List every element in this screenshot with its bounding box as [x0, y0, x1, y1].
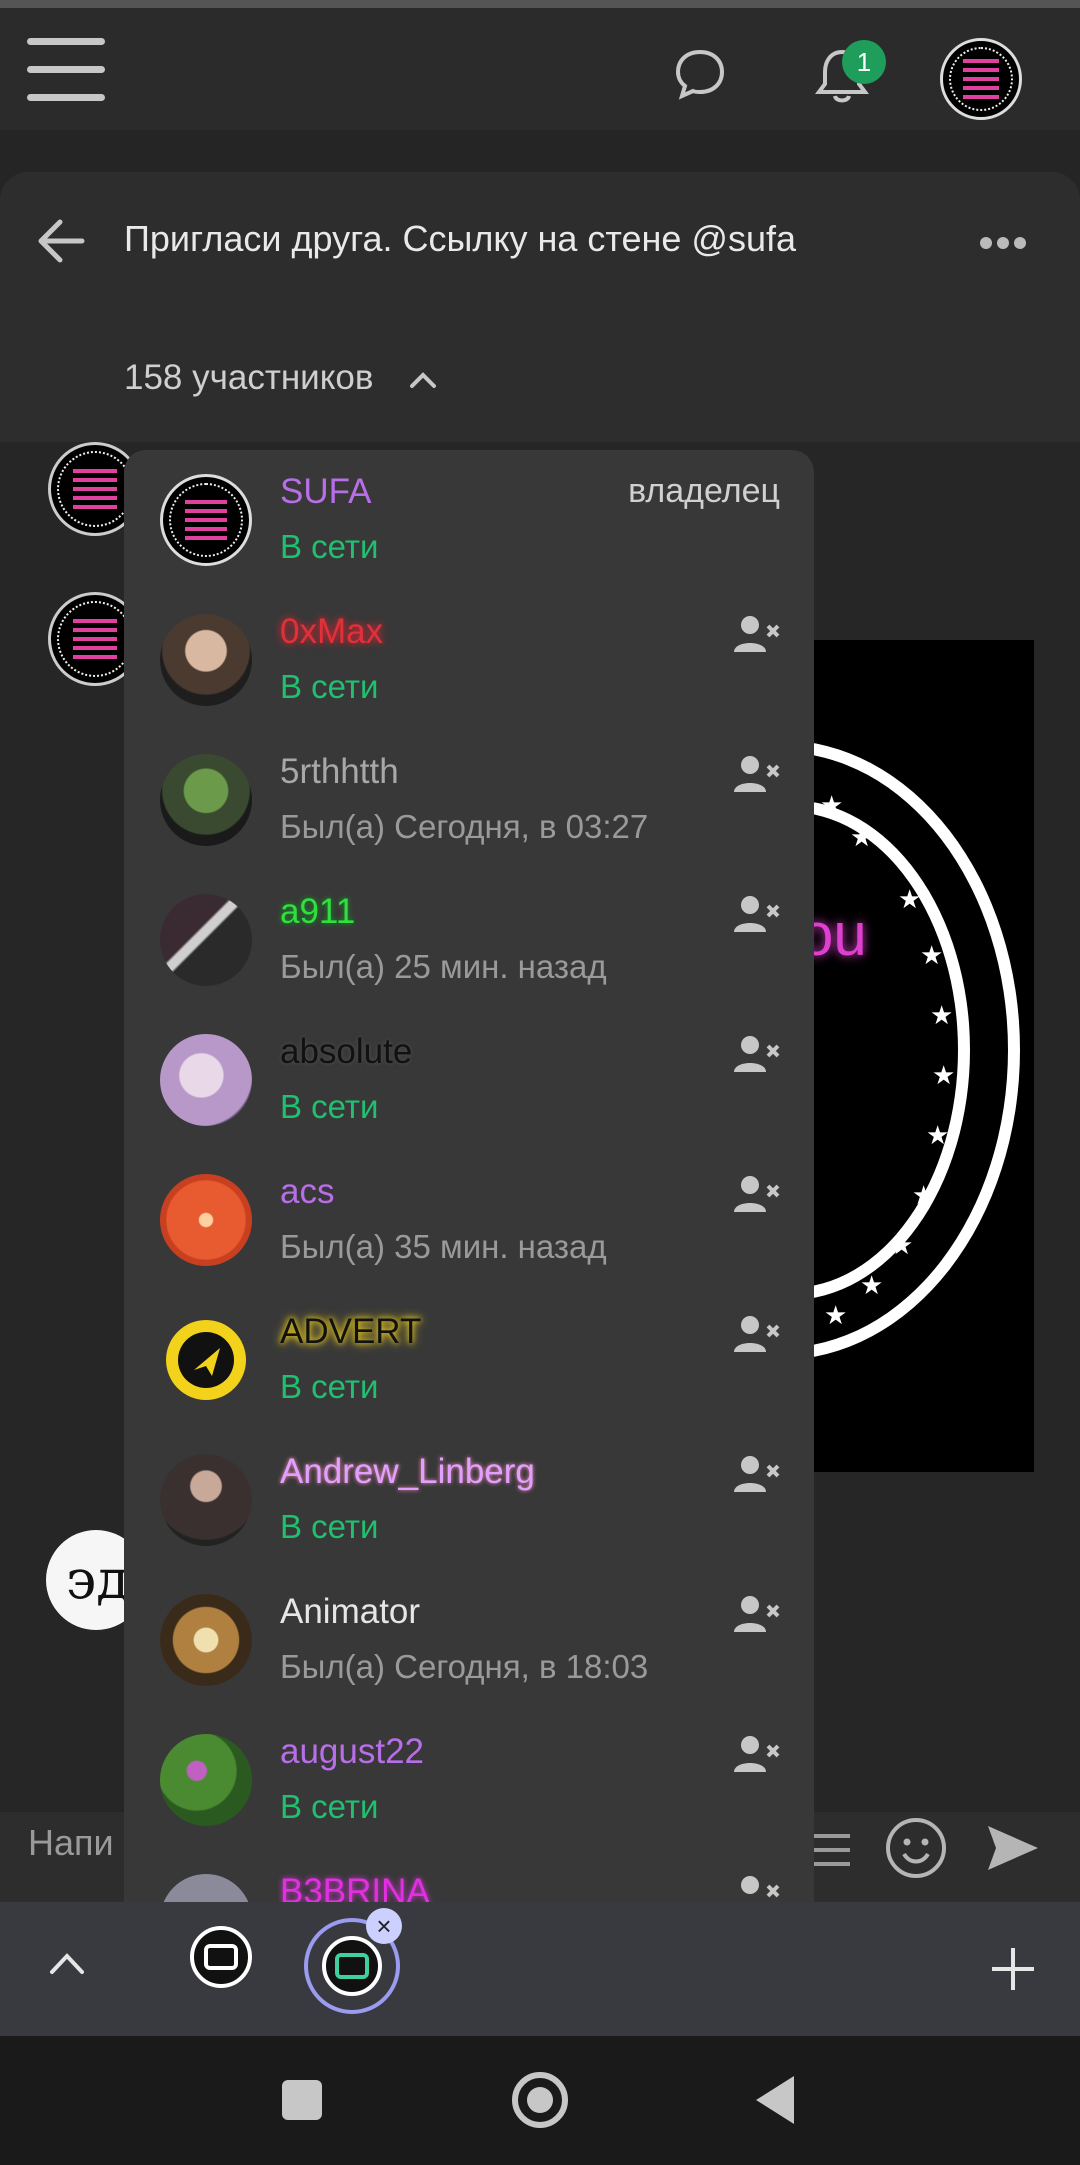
member-status: В сети [280, 1368, 379, 1405]
remove-member-icon[interactable] [732, 1594, 780, 1634]
member-avatar [160, 474, 252, 566]
system-nav-bar [0, 2036, 1080, 2165]
chat-bubble-icon[interactable] [672, 46, 728, 102]
member-row[interactable]: Animator Был(а) Сегодня, в 18:03 [124, 1570, 814, 1710]
member-status: Был(а) Сегодня, в 18:03 [280, 1648, 649, 1685]
message-image[interactable]: ★ ★ ★ ★ ★ ★ ★ ★ ★ ★ ★ ou [780, 640, 1034, 1472]
member-status: В сети [280, 668, 379, 705]
remove-member-icon[interactable] [732, 1034, 780, 1074]
member-avatar [160, 1594, 252, 1686]
member-status: В сети [280, 528, 379, 565]
members-dropdown[interactable]: SUFA В сети владелец 0xMax В сети 5rthht… [124, 450, 814, 1902]
remove-member-icon[interactable] [732, 614, 780, 654]
remove-member-icon[interactable] [732, 1454, 780, 1494]
menu-icon[interactable] [27, 38, 105, 108]
member-status: Был(а) Сегодня, в 03:27 [280, 808, 649, 845]
bottom-tab-bar: × [0, 1902, 1080, 2036]
app-tab-icon[interactable] [190, 1926, 252, 1988]
member-name: 0xMax [280, 612, 384, 651]
member-name: a911 [280, 892, 356, 931]
member-avatar [160, 1174, 252, 1266]
send-icon[interactable] [982, 1818, 1042, 1878]
member-avatar [160, 1454, 252, 1546]
top-app-bar: 1 [0, 0, 1080, 130]
member-name: B3BRINA [280, 1872, 430, 1902]
member-row[interactable]: 5rthhtth Был(а) Сегодня, в 03:27 [124, 730, 814, 870]
member-avatar [160, 1734, 252, 1826]
member-row[interactable]: B3BRINA [124, 1850, 814, 1902]
member-avatar [160, 614, 252, 706]
back-icon[interactable] [756, 2076, 794, 2124]
member-name: Animator [280, 1592, 421, 1631]
member-avatar [160, 894, 252, 986]
member-name: ADVERT [280, 1312, 422, 1351]
member-avatar [160, 1314, 252, 1406]
member-status: Был(а) 25 мин. назад [280, 948, 607, 985]
member-row[interactable]: absolute В сети [124, 1010, 814, 1150]
user-avatar[interactable] [940, 38, 1022, 120]
chevron-up-icon[interactable] [48, 1948, 86, 1978]
remove-member-icon[interactable] [732, 1734, 780, 1774]
member-name: Andrew_Linberg [280, 1452, 535, 1491]
format-icon[interactable] [812, 1832, 852, 1868]
chevron-up-icon[interactable] [408, 368, 438, 392]
member-status: В сети [280, 1088, 379, 1125]
home-icon[interactable] [512, 2072, 568, 2128]
recents-icon[interactable] [282, 2080, 322, 2120]
member-avatar [160, 754, 252, 846]
member-status: В сети [280, 1508, 379, 1545]
close-tab-icon[interactable]: × [366, 1908, 402, 1944]
member-name: acs [280, 1172, 335, 1211]
remove-member-icon[interactable] [732, 894, 780, 934]
back-arrow-icon[interactable] [36, 218, 86, 264]
remove-member-icon[interactable] [732, 1174, 780, 1214]
member-row[interactable]: a911 Был(а) 25 мин. назад [124, 870, 814, 1010]
member-name: absolute [280, 1032, 413, 1071]
member-avatar [160, 1034, 252, 1126]
emoji-icon[interactable] [884, 1816, 948, 1880]
member-status: В сети [280, 1788, 379, 1825]
member-row[interactable]: 0xMax В сети [124, 590, 814, 730]
remove-member-icon[interactable] [732, 1314, 780, 1354]
member-role: владелец [628, 472, 780, 510]
member-avatar [160, 1874, 252, 1902]
message-input[interactable]: Напи [28, 1822, 114, 1864]
more-options-icon[interactable] [980, 236, 1034, 252]
member-name: 5rthhtth [280, 752, 399, 791]
member-row[interactable]: SUFA В сети владелец [124, 450, 814, 590]
member-row[interactable]: august22 В сети [124, 1710, 814, 1850]
member-name: august22 [280, 1732, 425, 1771]
members-count-toggle[interactable]: 158 участников [124, 358, 374, 398]
member-name: SUFA [280, 472, 372, 511]
member-row[interactable]: acs Был(а) 35 мин. назад [124, 1150, 814, 1290]
notification-badge: 1 [842, 40, 886, 84]
member-row[interactable]: Andrew_Linberg В сети [124, 1430, 814, 1570]
member-status: Был(а) 35 мин. назад [280, 1228, 607, 1265]
app-tab-icon [322, 1936, 382, 1996]
plus-icon[interactable] [990, 1946, 1036, 1992]
remove-member-icon[interactable] [732, 1874, 780, 1902]
member-row[interactable]: ADVERT В сети [124, 1290, 814, 1430]
chat-title: Пригласи друга. Ссылку на стене @sufa [124, 218, 797, 259]
remove-member-icon[interactable] [732, 754, 780, 794]
